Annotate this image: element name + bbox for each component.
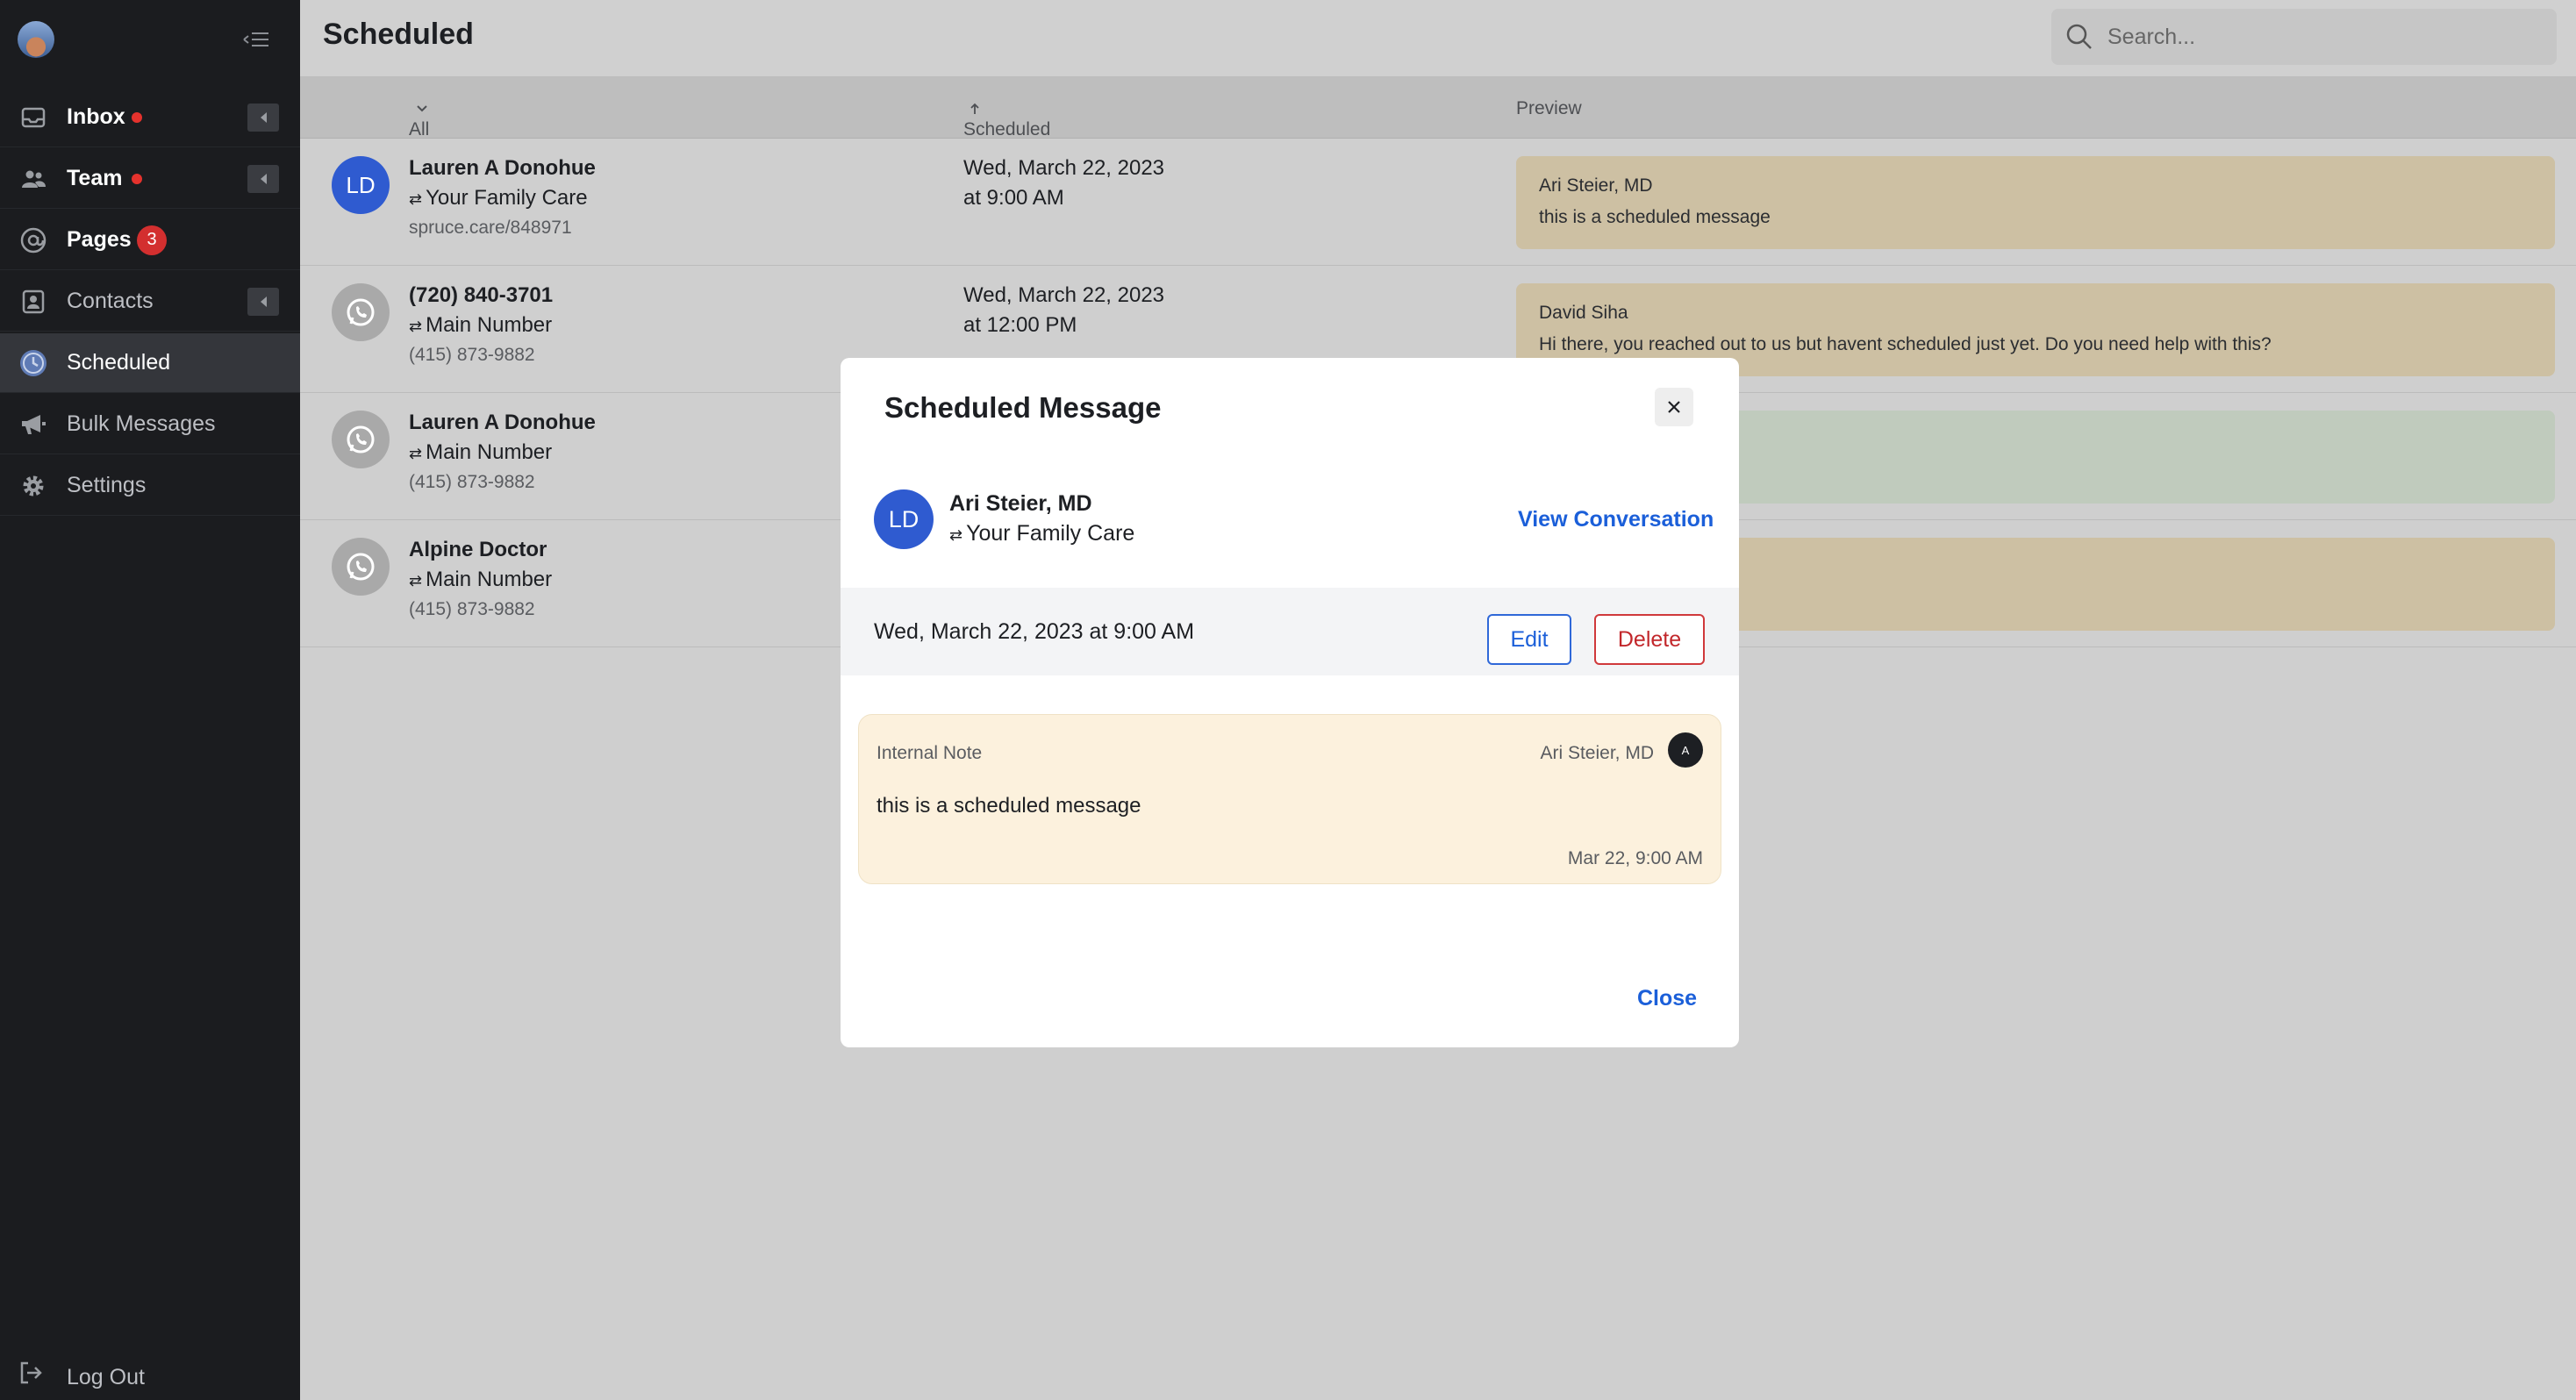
endpoint-label: Your Family Care xyxy=(966,521,1135,546)
org-logo[interactable] xyxy=(18,21,54,58)
sidebar-item-contacts[interactable]: Contacts xyxy=(0,272,300,332)
contact-endpoint: ⇄ Main Number xyxy=(409,568,552,592)
contacts-icon xyxy=(18,286,49,318)
note-author: Ari Steier, MD xyxy=(1540,743,1654,763)
sidebar-item-label: Settings xyxy=(67,473,147,497)
filter-dropdown[interactable]: All xyxy=(409,98,429,139)
contact-meta: (415) 873-9882 xyxy=(409,345,535,365)
sender-name: Ari Steier, MD xyxy=(949,491,1092,516)
preview-text: this is a scheduled message xyxy=(1539,207,1771,227)
sidebar-item-label: Pages xyxy=(67,227,132,252)
logout-icon xyxy=(18,1360,49,1391)
note-label: Internal Note xyxy=(877,743,983,763)
scheduled-time: at 12:00 PM xyxy=(963,313,1077,337)
expand-inbox-icon[interactable] xyxy=(247,103,279,132)
contact-meta: spruce.care/848971 xyxy=(409,218,572,238)
sort-ascending-icon xyxy=(970,104,979,115)
note-timestamp: Mar 22, 9:00 AM xyxy=(1567,848,1703,868)
whatsapp-avatar-icon xyxy=(332,283,390,341)
view-conversation-link[interactable]: View Conversation xyxy=(1518,507,1714,532)
sidebar-item-scheduled[interactable]: Scheduled xyxy=(0,333,300,393)
sidebar-item-label: Contacts xyxy=(67,289,154,313)
expand-contacts-icon[interactable] xyxy=(247,287,279,316)
transfer-icon: ⇄ xyxy=(949,526,963,544)
sidebar-item-label: Scheduled xyxy=(67,350,171,375)
sidebar-item-label: Bulk Messages xyxy=(67,411,216,436)
megaphone-icon xyxy=(18,409,49,440)
note-text: this is a scheduled message xyxy=(877,794,1141,818)
avatar: LD xyxy=(874,489,934,549)
search-box[interactable] xyxy=(2051,9,2557,65)
header: Scheduled xyxy=(300,0,2576,77)
sidebar-item-pages[interactable]: Pages 3 xyxy=(0,211,300,270)
gear-icon xyxy=(18,470,49,502)
endpoint-label: Main Number xyxy=(426,568,553,591)
whatsapp-avatar-icon xyxy=(332,538,390,596)
contact-meta: (415) 873-9882 xyxy=(409,472,535,492)
sidebar-item-team[interactable]: Team xyxy=(0,149,300,209)
transfer-icon: ⇄ xyxy=(409,318,423,335)
sender-endpoint: ⇄ Your Family Care xyxy=(949,521,1134,546)
contact-name: Alpine Doctor xyxy=(409,538,547,561)
collapse-sidebar-icon[interactable] xyxy=(240,26,272,53)
note-author-avatar: A xyxy=(1668,732,1703,768)
sidebar-item-bulk-messages[interactable]: Bulk Messages xyxy=(0,395,300,454)
team-icon xyxy=(18,163,49,195)
contact-endpoint: ⇄ Main Number xyxy=(409,440,552,465)
filter-label: All xyxy=(409,119,430,139)
contact-name: Lauren A Donohue xyxy=(409,156,596,180)
avatar: LD xyxy=(332,156,390,214)
edit-button[interactable]: Edit xyxy=(1487,614,1571,665)
scheduled-time: at 9:00 AM xyxy=(963,186,1064,210)
search-input[interactable] xyxy=(2106,9,2544,65)
unread-dot xyxy=(132,111,142,123)
page-title: Scheduled xyxy=(323,18,474,51)
contact-name: (720) 840-3701 xyxy=(409,283,554,307)
scheduled-datetime: Wed, March 22, 2023 at 9:00 AM xyxy=(874,619,1195,644)
scheduled-date: Wed, March 22, 2023 xyxy=(963,156,1165,180)
contact-endpoint: ⇄ Main Number xyxy=(409,313,552,338)
clock-icon xyxy=(18,347,49,379)
scheduled-message-dialog: Scheduled Message LD Ari Steier, MD ⇄ You… xyxy=(841,358,1739,1047)
at-icon xyxy=(18,225,49,256)
transfer-icon: ⇄ xyxy=(409,572,423,589)
sidebar-item-label: Inbox xyxy=(67,104,125,129)
transfer-icon: ⇄ xyxy=(409,190,423,208)
contact-endpoint: ⇄ Your Family Care xyxy=(409,186,588,211)
sidebar-item-label: Team xyxy=(67,166,123,190)
schedule-bar: Wed, March 22, 2023 at 9:00 AM Edit Dele… xyxy=(841,588,1739,675)
column-preview: Preview xyxy=(1516,98,1582,118)
whatsapp-avatar-icon xyxy=(332,411,390,468)
internal-note: Internal Note Ari Steier, MD A this is a… xyxy=(858,714,1721,884)
chevron-down-icon xyxy=(417,105,427,112)
message-preview: Ari Steier, MD this is a scheduled messa… xyxy=(1516,156,2555,249)
close-button[interactable]: Close xyxy=(1637,986,1697,1011)
table-row[interactable]: LD Lauren A Donohue ⇄ Your Family Care sp… xyxy=(300,139,2576,266)
search-icon xyxy=(2064,21,2095,53)
preview-author: Ari Steier, MD xyxy=(1539,175,1653,196)
sidebar-item-settings[interactable]: Settings xyxy=(0,456,300,516)
contact-meta: (415) 873-9882 xyxy=(409,599,535,619)
dialog-title: Scheduled Message xyxy=(884,391,1162,424)
delete-button[interactable]: Delete xyxy=(1594,614,1705,665)
sidebar-item-inbox[interactable]: Inbox xyxy=(0,88,300,147)
column-scheduled-for[interactable]: Scheduled For xyxy=(963,98,1050,161)
pages-count-badge: 3 xyxy=(137,225,167,255)
logout-button[interactable]: Log Out xyxy=(0,1353,300,1400)
endpoint-label: Your Family Care xyxy=(426,186,588,210)
unread-dot xyxy=(132,173,142,184)
scheduled-date: Wed, March 22, 2023 xyxy=(963,283,1165,307)
sidebar: Inbox Team Pages 3 Contacts Scheduled Bu… xyxy=(0,0,300,1400)
transfer-icon: ⇄ xyxy=(409,445,423,462)
close-icon[interactable] xyxy=(1655,388,1693,426)
endpoint-label: Main Number xyxy=(426,313,553,337)
preview-text: Hi there, you reached out to us but have… xyxy=(1539,334,2272,354)
inbox-icon xyxy=(18,102,49,133)
logout-label: Log Out xyxy=(67,1365,145,1389)
endpoint-label: Main Number xyxy=(426,440,553,464)
table-header: All Scheduled For Preview xyxy=(300,77,2576,161)
contact-name: Lauren A Donohue xyxy=(409,411,596,434)
preview-author: David Siha xyxy=(1539,303,1628,323)
expand-team-icon[interactable] xyxy=(247,164,279,193)
